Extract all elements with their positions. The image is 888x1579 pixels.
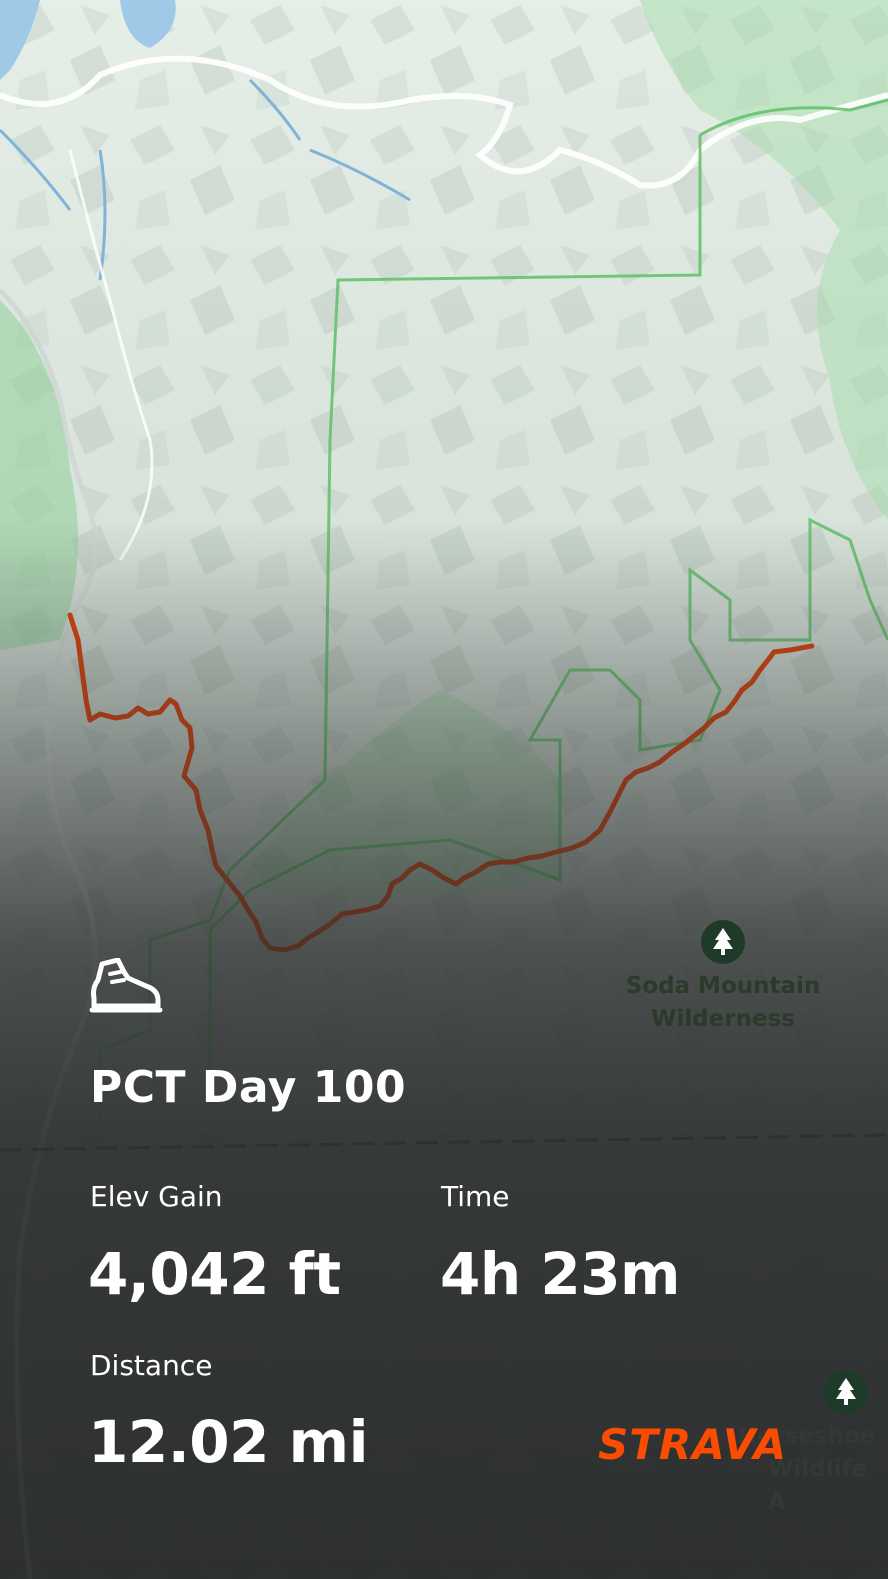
distance-value: 12.02 mi: [88, 1408, 368, 1476]
activity-share-card: Soda Mountain Wilderness Horseshoe Wildl…: [0, 0, 888, 1579]
tree-icon: [824, 1370, 868, 1414]
time-value: 4h 23m: [440, 1240, 681, 1308]
elev-gain-value: 4,042 ft: [88, 1240, 341, 1308]
elev-gain-label: Elev Gain: [90, 1180, 223, 1213]
hiking-boot-icon: [88, 957, 164, 1018]
dark-gradient-overlay: [0, 0, 888, 1579]
tree-icon: [701, 920, 745, 964]
activity-title: PCT Day 100: [90, 1062, 407, 1113]
map-label-soda-mountain: Soda Mountain Wilderness: [620, 920, 826, 1036]
time-label: Time: [441, 1180, 510, 1213]
strava-logo: STRAVA: [598, 1420, 788, 1469]
distance-label: Distance: [90, 1349, 213, 1382]
